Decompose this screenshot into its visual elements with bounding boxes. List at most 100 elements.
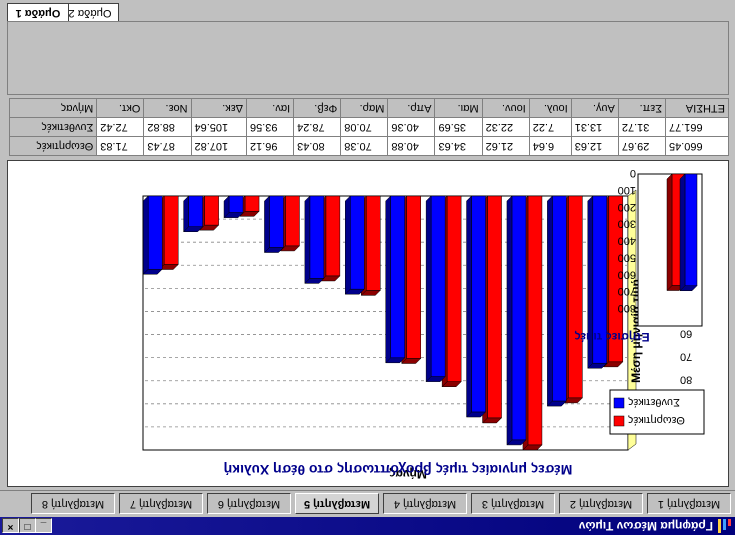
tab-label: Μεταβλητή 5 bbox=[303, 498, 371, 510]
legend-label: Συνθετικές bbox=[628, 396, 680, 408]
table-cell: 72.42 bbox=[96, 117, 144, 137]
tab-group-2[interactable]: Ομάδα 2 bbox=[61, 3, 119, 21]
annual-y-tick-label: 0 bbox=[630, 167, 636, 179]
bar-synthetic bbox=[142, 195, 163, 275]
month-header: Φεβ. bbox=[293, 98, 341, 118]
month-header: Σεπ. bbox=[618, 98, 666, 118]
group-area: Ομάδα 2 Ομάδα 1 bbox=[0, 0, 735, 95]
bar-synthetic bbox=[385, 195, 406, 364]
tab-variable-2[interactable]: Μεταβλητή 2 bbox=[559, 493, 643, 514]
table-cell: 6.64 bbox=[529, 136, 572, 156]
table-cell: 88.82 bbox=[143, 117, 192, 137]
annual-y-tick-label: 700 bbox=[618, 285, 636, 297]
annual-y-tick-label: 800 bbox=[618, 302, 636, 314]
table-cell: 105.64 bbox=[191, 117, 247, 137]
table-row: 661.77 31.72 13.31 7.22 22.32 35.69 40.36 70.08… bbox=[9, 117, 729, 137]
chart-panel: 0102030405060708090100Μέση μηνιαία τιμήΜ… bbox=[7, 160, 729, 487]
table-cell: 22.32 bbox=[482, 117, 530, 137]
bar-synthetic bbox=[506, 195, 527, 446]
bar-synthetic bbox=[223, 195, 244, 219]
bar-synthetic bbox=[425, 195, 446, 383]
table-cell: 12.63 bbox=[571, 136, 619, 156]
chart-app-icon bbox=[718, 519, 731, 533]
tab-label: Μεταβλητή 3 bbox=[481, 498, 545, 510]
bar-synthetic bbox=[304, 195, 325, 285]
bar-synthetic bbox=[546, 195, 567, 407]
table-cell: 93.56 bbox=[246, 117, 294, 137]
tab-group-1[interactable]: Ομάδα 1 bbox=[7, 3, 69, 21]
table-cell: 40.88 bbox=[387, 136, 435, 156]
annual-y-tick-label: 300 bbox=[618, 218, 636, 230]
table-cell: 70.08 bbox=[340, 117, 388, 137]
tab-variable-4[interactable]: Μεταβλητή 4 bbox=[383, 493, 467, 514]
table-cell: 107.82 bbox=[191, 136, 247, 156]
month-header: Ιουλ. bbox=[529, 98, 572, 118]
row-label: Θεωρητικές bbox=[9, 136, 97, 156]
table-cell: 96.12 bbox=[246, 136, 294, 156]
minimize-button[interactable]: _ bbox=[35, 518, 52, 533]
annual-axis-title: Ετήσιες τιμές bbox=[574, 330, 649, 344]
empty-panel bbox=[7, 21, 729, 95]
table-row: 660.45 29.67 12.63 6.64 21.62 34.63 40.88 70.38… bbox=[9, 136, 729, 156]
table-cell: 29.67 bbox=[618, 136, 666, 156]
tab-label: Μεταβλητή 4 bbox=[393, 498, 457, 510]
bar-synthetic bbox=[344, 195, 365, 295]
table-cell: 7.22 bbox=[529, 117, 572, 137]
tab-variable-7[interactable]: Μεταβλητή 7 bbox=[119, 493, 203, 514]
tab-label: Μεταβλητή 8 bbox=[41, 498, 105, 510]
data-table: 660.45 29.67 12.63 6.64 21.62 34.63 40.88 70.38… bbox=[9, 98, 729, 156]
tab-label: Ομάδα 2 bbox=[68, 7, 112, 19]
table-cell: 71.83 bbox=[96, 136, 144, 156]
y-tick-label: 80 bbox=[680, 374, 692, 386]
maximize-button[interactable]: □ bbox=[19, 518, 36, 533]
annual-y-tick-label: 500 bbox=[618, 251, 636, 263]
month-header: Μαι. bbox=[435, 98, 483, 118]
month-header: Νοε. bbox=[143, 98, 192, 118]
table-cell: 21.62 bbox=[482, 136, 530, 156]
table-cell: 13.31 bbox=[571, 117, 619, 137]
table-cell: 70.38 bbox=[340, 136, 388, 156]
chart-title: Μέσες μηνιαίες τιμές βροχόπτωσης στο θέσ… bbox=[224, 462, 573, 478]
month-header: Μαρ. bbox=[340, 98, 388, 118]
tab-variable-6[interactable]: Μεταβλητή 6 bbox=[207, 493, 291, 514]
legend-swatch bbox=[613, 415, 625, 427]
annual-y-tick-label: 200 bbox=[618, 201, 636, 213]
window-title: Γράφημα Μέσων Τιμών bbox=[578, 519, 713, 533]
table-header-row: ΕΤΗΣΙΑ Σεπ. Αυγ. Ιουλ. Ιουν. Μαι. Απρ. Μαρ. Φεβ.… bbox=[9, 98, 729, 118]
table-cell: 87.43 bbox=[143, 136, 192, 156]
month-header: Απρ. bbox=[387, 98, 435, 118]
tab-label: Μεταβλητή 6 bbox=[217, 498, 281, 510]
tab-variable-1[interactable]: Μεταβλητή 1 bbox=[647, 493, 731, 514]
annual-y-tick-label: 100 bbox=[618, 184, 636, 196]
table-cell: 660.45 bbox=[665, 136, 729, 156]
table-cell: 80.43 bbox=[293, 136, 341, 156]
screen: Γράφημα Μέσων Τιμών _ □ × Μεταβλητή 1 Με… bbox=[0, 0, 735, 535]
month-header: Ιουν. bbox=[482, 98, 530, 118]
annual-bar-synthetic bbox=[679, 173, 698, 292]
table-cell: 35.69 bbox=[435, 117, 483, 137]
bar-synthetic bbox=[465, 195, 487, 418]
annual-y-tick-label: 400 bbox=[618, 235, 636, 247]
table-cell: 31.72 bbox=[618, 117, 666, 137]
table-cell: 40.36 bbox=[387, 117, 435, 137]
row-label: Συνθετικές bbox=[9, 117, 97, 137]
chart-canvas: 0102030405060708090100Μέση μηνιαία τιμήΜ… bbox=[142, 167, 705, 481]
table-cell: 34.63 bbox=[435, 136, 483, 156]
month-header: Ιαν. bbox=[246, 98, 294, 118]
close-button[interactable]: × bbox=[2, 518, 19, 533]
total-header: ΕΤΗΣΙΑ bbox=[665, 98, 729, 118]
legend-label: Θεωρητικές bbox=[628, 414, 685, 426]
tab-label: Μεταβλητή 1 bbox=[657, 498, 721, 510]
tab-variable-5[interactable]: Μεταβλητή 5 bbox=[295, 493, 379, 514]
month-header-label: Μήνας bbox=[9, 98, 97, 118]
variable-tab-strip: Μεταβλητή 1 Μεταβλητή 2 Μεταβλητή 3 Μετα… bbox=[0, 490, 735, 517]
table-cell: 78.24 bbox=[293, 117, 341, 137]
annual-y-tick-label: 600 bbox=[618, 268, 636, 280]
bar-synthetic bbox=[263, 195, 285, 254]
tab-label: Ομάδα 1 bbox=[15, 7, 61, 19]
month-header: Δεκ. bbox=[191, 98, 247, 118]
legend-swatch bbox=[613, 397, 625, 409]
tab-variable-3[interactable]: Μεταβλητή 3 bbox=[471, 493, 555, 514]
month-header: Οκτ. bbox=[96, 98, 144, 118]
tab-variable-8[interactable]: Μεταβλητή 8 bbox=[31, 493, 115, 514]
